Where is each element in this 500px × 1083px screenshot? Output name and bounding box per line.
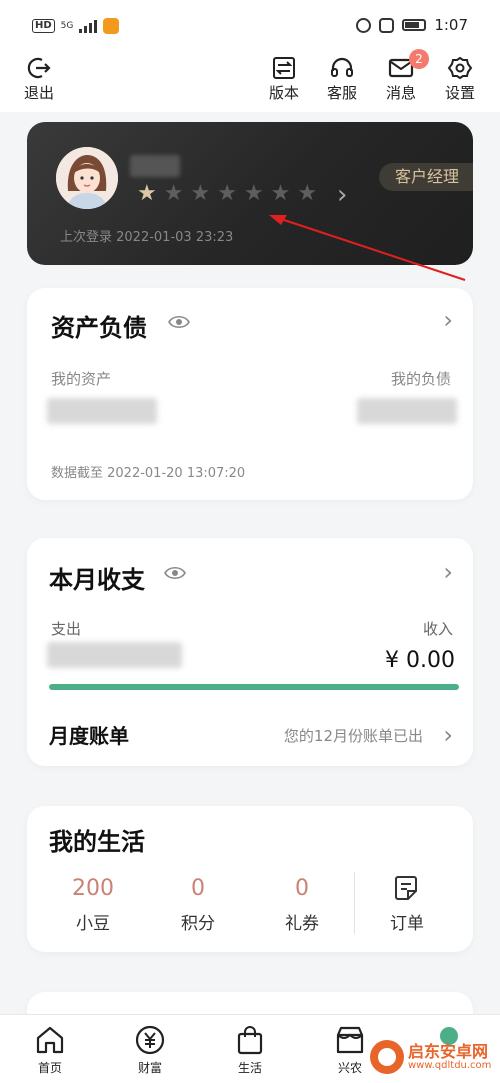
- monthly-card[interactable]: 本月收支 › 支出 收入 ¥ 0.00 月度账单 您的12月份账单已出 ›: [27, 538, 473, 766]
- monthly-bill-title[interactable]: 月度账单: [49, 720, 129, 749]
- annotation-arrow: [269, 215, 466, 281]
- watermark-logo: [370, 1040, 404, 1074]
- my-life-title: 我的生活: [49, 828, 145, 856]
- eye-icon[interactable]: [168, 315, 190, 329]
- orders-label[interactable]: 订单: [372, 909, 442, 934]
- home-icon: [36, 1026, 64, 1054]
- status-left: HD 5G: [32, 18, 120, 34]
- messages-label: 消息: [385, 84, 416, 102]
- top-header: 退出 版本 客服 2 消息 设置: [0, 49, 500, 112]
- nav-life[interactable]: 生活: [220, 1025, 280, 1076]
- avatar[interactable]: [56, 147, 118, 209]
- watermark-title: 启东安卓网: [408, 1042, 489, 1061]
- logout-icon: [27, 57, 51, 79]
- star-icon: ★: [297, 181, 318, 206]
- star-icon: ★: [243, 181, 264, 206]
- liabilities-value-redacted: [357, 398, 457, 424]
- logout-button[interactable]: 退出: [17, 56, 61, 103]
- battery-icon: [402, 19, 427, 31]
- nav-wealth[interactable]: 财富: [120, 1025, 180, 1076]
- beans-value[interactable]: 200: [58, 876, 128, 901]
- income-expense-progress-bar: [49, 684, 459, 690]
- version-button[interactable]: 版本: [262, 56, 306, 103]
- my-assets-label: 我的资产: [51, 370, 112, 388]
- points-label[interactable]: 积分: [163, 909, 233, 934]
- version-label: 版本: [268, 84, 299, 102]
- last-login-text: 上次登录 2022-01-03 23:23: [60, 230, 234, 245]
- hd-badge: HD: [32, 19, 55, 33]
- chevron-right-icon[interactable]: ›: [443, 558, 453, 586]
- divider: [354, 872, 355, 934]
- status-bar: HD 5G 1:07: [0, 0, 500, 56]
- beans-label[interactable]: 小豆: [58, 909, 128, 934]
- nav-life-label: 生活: [237, 1061, 262, 1075]
- nav-wealth-label: 财富: [137, 1061, 162, 1075]
- customer-manager-button[interactable]: 客户经理: [378, 163, 473, 191]
- clock: 1:07: [434, 16, 468, 34]
- service-button[interactable]: 客服: [320, 56, 364, 103]
- chevron-right-icon[interactable]: ›: [443, 721, 453, 749]
- app-notification-icon: [103, 18, 120, 34]
- store-icon: [336, 1026, 364, 1054]
- monthly-bill-status[interactable]: 您的12月份账单已出: [284, 725, 423, 746]
- logout-label: 退出: [23, 84, 54, 102]
- yuan-coin-icon: [135, 1025, 165, 1055]
- service-label: 客服: [326, 84, 357, 102]
- rating-stars: ★ ★ ★ ★ ★ ★ ★: [137, 182, 317, 206]
- points-value[interactable]: 0: [163, 876, 233, 901]
- star-icon: ★: [163, 181, 184, 206]
- user-name-redacted: [130, 155, 180, 177]
- signal-icon: [79, 19, 98, 33]
- income-value: ¥ 0.00: [385, 648, 455, 673]
- star-icon: ★: [270, 181, 291, 206]
- my-liabilities-label: 我的负债: [390, 370, 451, 388]
- expense-value-redacted: [47, 642, 182, 668]
- nav-home-label: 首页: [37, 1061, 62, 1075]
- avatar-illustration: [56, 147, 118, 209]
- version-icon: [273, 57, 295, 79]
- eye-icon[interactable]: [164, 566, 186, 580]
- gear-icon: [447, 56, 473, 80]
- coupons-label[interactable]: 礼券: [267, 909, 337, 934]
- coupons-value[interactable]: 0: [267, 876, 337, 901]
- status-right: 1:07: [356, 16, 468, 34]
- expense-label: 支出: [51, 620, 82, 638]
- data-as-of-text: 数据截至 2022-01-20 13:07:20: [51, 466, 246, 481]
- mute-icon: [379, 17, 395, 33]
- chevron-right-icon[interactable]: ›: [443, 306, 453, 334]
- income-label: 收入: [422, 620, 453, 638]
- watermark: 启东安卓网 www.qdltdu.com: [370, 1040, 491, 1074]
- messages-badge: 2: [409, 49, 429, 69]
- star-icon: ★: [217, 181, 237, 206]
- headset-icon: [331, 57, 353, 77]
- nav-home[interactable]: 首页: [20, 1025, 80, 1076]
- my-life-card: 我的生活 200 小豆 0 积分 0 礼券 订单: [27, 806, 473, 952]
- assets-value-redacted: [47, 398, 157, 424]
- messages-button[interactable]: 2 消息: [379, 49, 429, 103]
- alarm-icon: [356, 17, 372, 33]
- assets-title: 资产负债: [51, 314, 147, 342]
- order-icon[interactable]: [393, 874, 421, 902]
- assets-card[interactable]: 资产负债 › 我的资产 我的负债 数据截至 2022-01-20 13:07:2…: [27, 288, 473, 500]
- settings-button[interactable]: 设置: [438, 56, 482, 103]
- network-label: 5G: [60, 21, 74, 31]
- monthly-title: 本月收支: [49, 566, 145, 594]
- star-icon: ★: [190, 181, 211, 206]
- shopping-bag-icon: [237, 1026, 263, 1055]
- star-icon: ★: [137, 181, 157, 206]
- watermark-url: www.qdltdu.com: [408, 1060, 492, 1071]
- settings-label: 设置: [444, 84, 475, 102]
